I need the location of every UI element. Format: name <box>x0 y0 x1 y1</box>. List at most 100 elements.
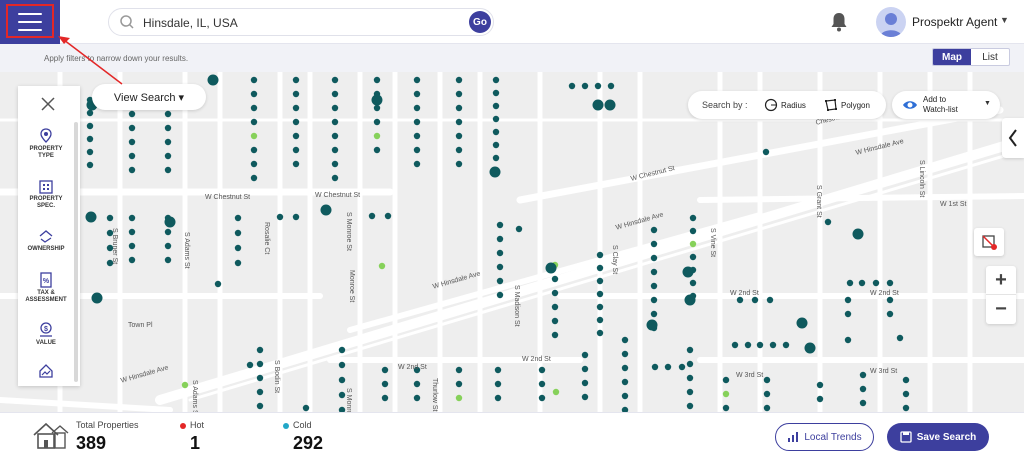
property-marker[interactable] <box>650 296 658 304</box>
property-marker[interactable] <box>292 118 300 126</box>
property-marker[interactable] <box>494 380 502 388</box>
property-marker[interactable] <box>455 132 463 140</box>
property-marker[interactable] <box>164 138 172 146</box>
property-marker[interactable] <box>164 228 172 236</box>
property-marker[interactable] <box>886 310 894 318</box>
property-marker[interactable] <box>664 363 672 371</box>
property-marker[interactable] <box>902 376 910 384</box>
property-marker[interactable] <box>538 380 546 388</box>
property-marker[interactable] <box>515 225 523 233</box>
property-marker[interactable] <box>413 394 421 402</box>
property-marker[interactable] <box>292 90 300 98</box>
property-marker[interactable] <box>492 102 500 110</box>
property-marker[interactable] <box>234 214 242 222</box>
filter-property-spec[interactable]: PROPERTY SPEC. <box>18 178 74 210</box>
property-marker[interactable] <box>276 213 284 221</box>
chevron-down-icon[interactable]: ▼ <box>984 100 991 107</box>
cluster-marker[interactable] <box>371 94 383 106</box>
property-marker[interactable] <box>782 341 790 349</box>
cluster-marker[interactable] <box>646 319 658 331</box>
property-marker[interactable] <box>413 132 421 140</box>
property-marker[interactable] <box>762 148 770 156</box>
property-marker[interactable] <box>596 251 604 259</box>
property-marker[interactable] <box>413 90 421 98</box>
panel-scrollbar[interactable] <box>74 122 78 382</box>
property-marker[interactable] <box>896 334 904 342</box>
property-marker[interactable] <box>551 317 559 325</box>
property-marker[interactable] <box>492 89 500 97</box>
property-marker[interactable] <box>538 394 546 402</box>
property-marker[interactable] <box>844 310 852 318</box>
property-marker[interactable] <box>756 341 764 349</box>
cluster-marker[interactable] <box>91 292 103 304</box>
property-marker[interactable] <box>496 221 504 229</box>
property-marker[interactable] <box>538 366 546 374</box>
property-marker[interactable] <box>331 104 339 112</box>
property-marker[interactable] <box>292 213 300 221</box>
property-marker[interactable] <box>256 388 264 396</box>
property-marker[interactable] <box>763 376 771 384</box>
property-marker[interactable] <box>164 152 172 160</box>
property-marker[interactable] <box>381 380 389 388</box>
property-marker[interactable] <box>234 244 242 252</box>
property-marker[interactable] <box>106 214 114 222</box>
property-marker[interactable] <box>86 122 94 130</box>
property-marker[interactable] <box>128 152 136 160</box>
property-map[interactable]: W Chestnut StW Chestnut StW Chestnut StC… <box>0 72 1024 412</box>
property-marker[interactable] <box>689 240 697 248</box>
property-marker[interactable] <box>650 268 658 276</box>
property-marker[interactable] <box>338 376 346 384</box>
cluster-marker[interactable] <box>320 204 332 216</box>
property-marker[interactable] <box>331 132 339 140</box>
property-marker[interactable] <box>455 366 463 374</box>
property-marker[interactable] <box>689 253 697 261</box>
menu-button[interactable] <box>0 0 60 44</box>
property-marker[interactable] <box>686 360 694 368</box>
property-marker[interactable] <box>455 76 463 84</box>
property-marker[interactable] <box>886 279 894 287</box>
property-marker[interactable] <box>621 378 629 386</box>
property-marker[interactable] <box>86 109 94 117</box>
property-marker[interactable] <box>250 146 258 154</box>
property-marker[interactable] <box>859 385 867 393</box>
property-marker[interactable] <box>128 214 136 222</box>
cluster-marker[interactable] <box>604 99 616 111</box>
property-marker[interactable] <box>384 212 392 220</box>
property-marker[interactable] <box>596 264 604 272</box>
property-marker[interactable] <box>181 381 189 389</box>
zoom-out-button[interactable]: − <box>986 295 1016 324</box>
property-marker[interactable] <box>373 118 381 126</box>
collapse-panel-button[interactable] <box>1002 118 1024 158</box>
property-marker[interactable] <box>686 374 694 382</box>
property-marker[interactable] <box>496 277 504 285</box>
property-marker[interactable] <box>492 115 500 123</box>
property-marker[interactable] <box>731 341 739 349</box>
property-marker[interactable] <box>581 393 589 401</box>
property-marker[interactable] <box>551 303 559 311</box>
filter-more[interactable] <box>18 362 74 380</box>
view-search-button[interactable]: View Search ▾ <box>92 84 206 110</box>
polygon-option[interactable]: Polygon <box>824 98 870 112</box>
property-marker[interactable] <box>496 291 504 299</box>
cluster-marker[interactable] <box>207 74 219 86</box>
property-marker[interactable] <box>689 279 697 287</box>
property-marker[interactable] <box>621 350 629 358</box>
property-marker[interactable] <box>492 141 500 149</box>
property-marker[interactable] <box>250 104 258 112</box>
property-marker[interactable] <box>496 235 504 243</box>
user-name[interactable]: Prospektr Agent <box>912 15 997 29</box>
property-marker[interactable] <box>650 226 658 234</box>
property-marker[interactable] <box>596 290 604 298</box>
property-marker[interactable] <box>824 218 832 226</box>
map-canvas[interactable] <box>0 72 1024 412</box>
cluster-marker[interactable] <box>852 228 864 240</box>
property-marker[interactable] <box>164 242 172 250</box>
property-marker[interactable] <box>292 104 300 112</box>
property-marker[interactable] <box>678 363 686 371</box>
property-marker[interactable] <box>650 310 658 318</box>
property-marker[interactable] <box>86 161 94 169</box>
filter-tax-assessment[interactable]: % TAX & ASSESSMENT <box>18 272 74 304</box>
property-marker[interactable] <box>816 395 824 403</box>
property-marker[interactable] <box>128 110 136 118</box>
property-marker[interactable] <box>689 214 697 222</box>
